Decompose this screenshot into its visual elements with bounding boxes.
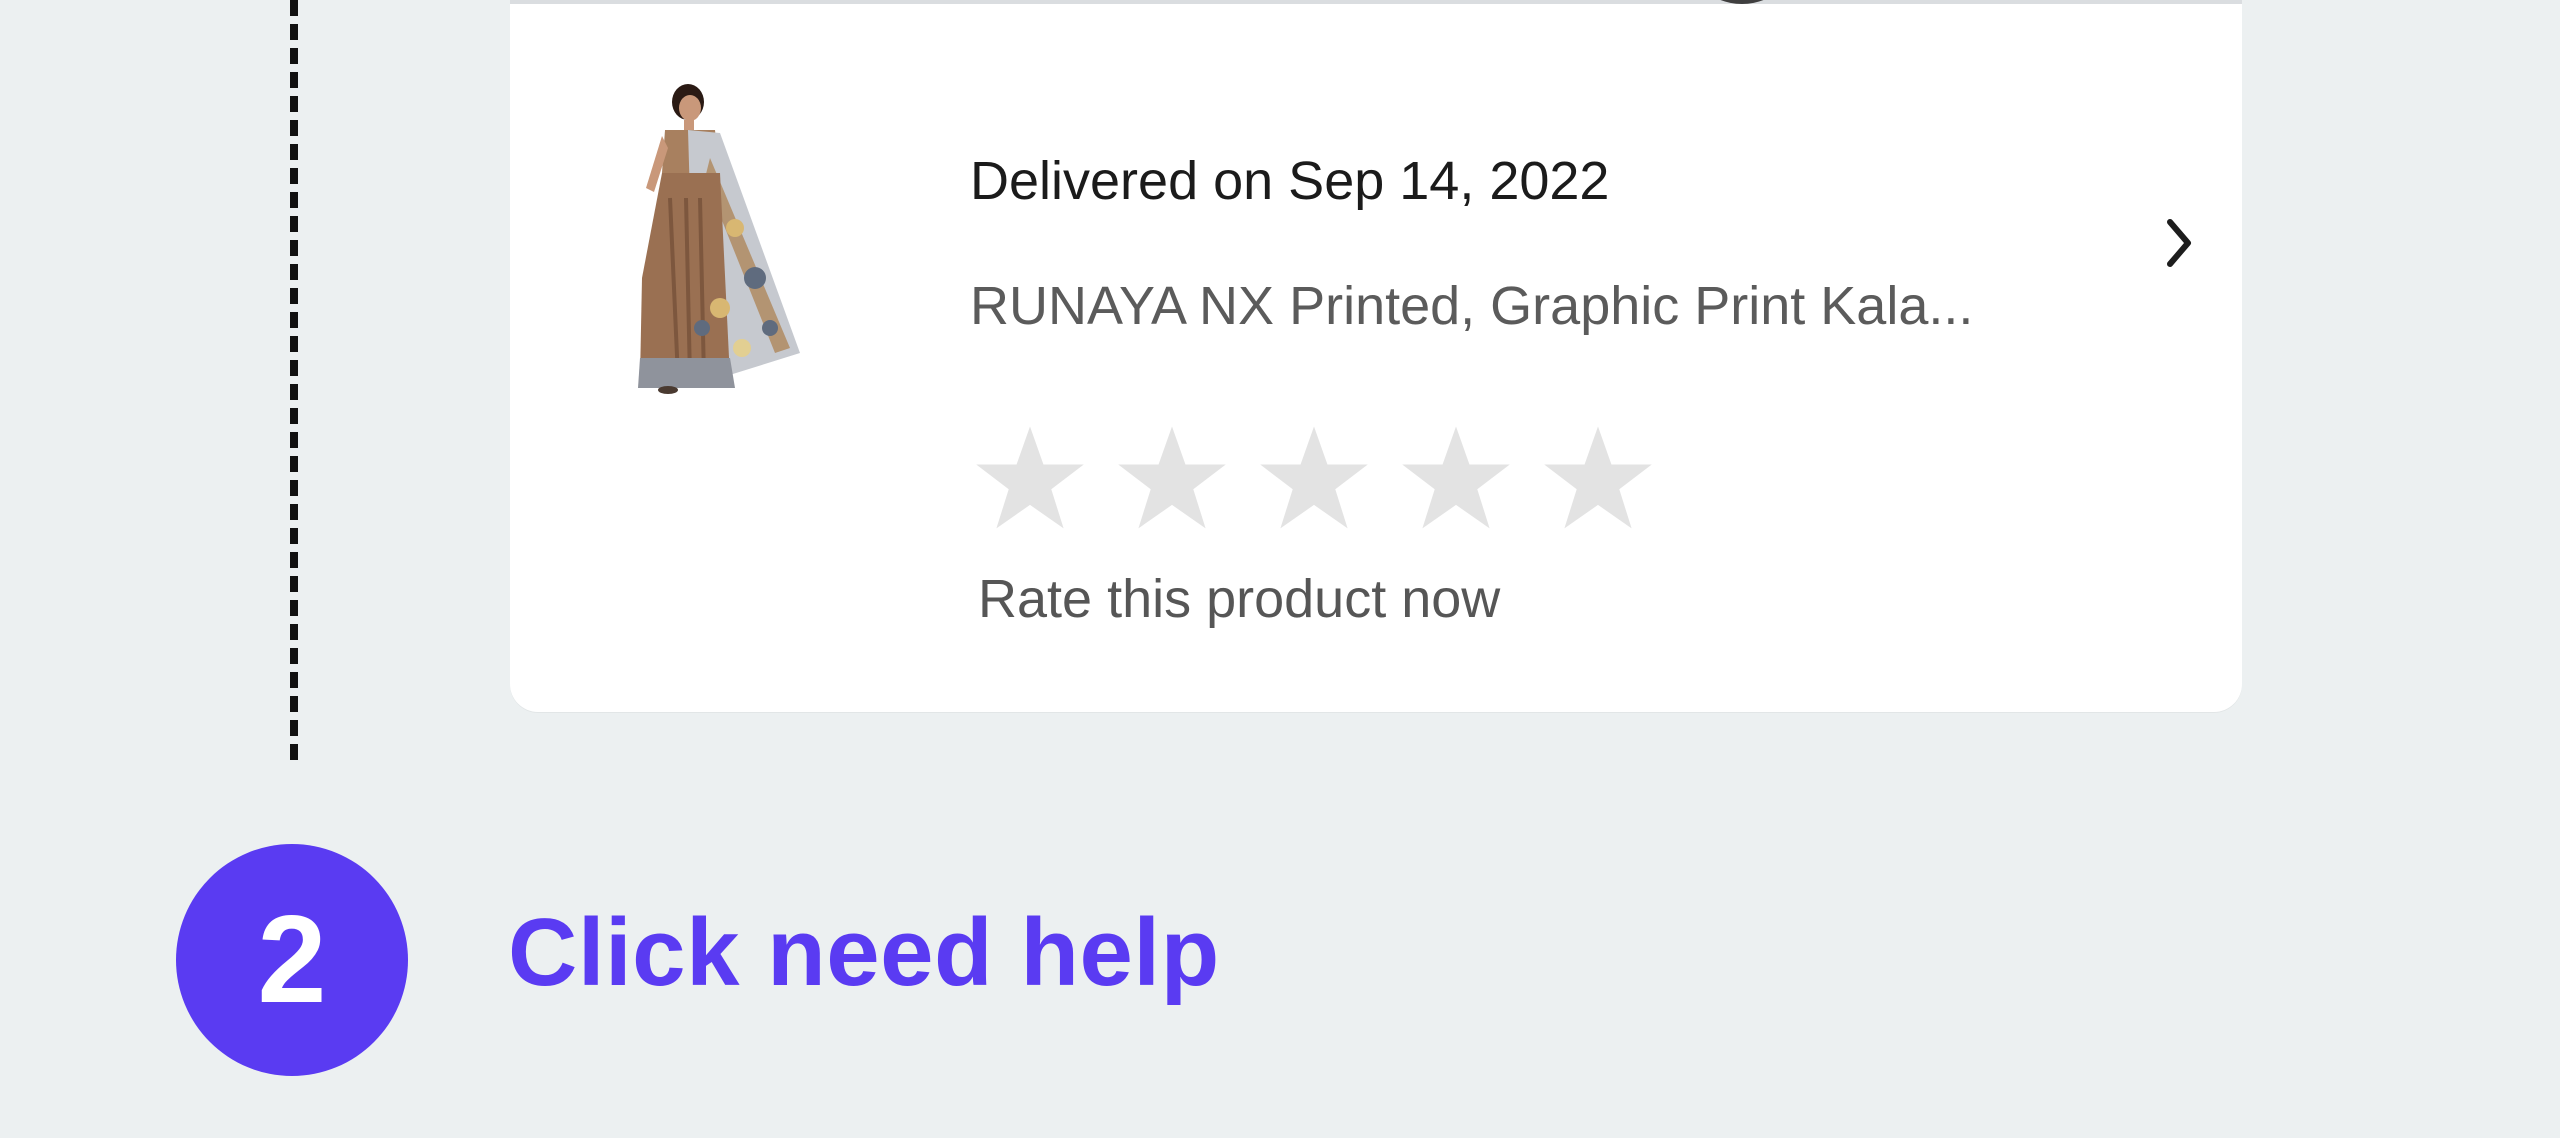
step-number-badge: 2 <box>176 844 408 1076</box>
chevron-right-icon[interactable] <box>2160 208 2200 278</box>
star-icon[interactable] <box>1542 418 1684 538</box>
delivery-status: Delivered on Sep 14, 2022 <box>970 151 1610 211</box>
card-divider <box>510 0 2242 4</box>
rating-stars[interactable] <box>974 418 1684 538</box>
product-title[interactable]: RUNAYA NX Printed, Graphic Print Kala... <box>970 275 1973 337</box>
star-icon[interactable] <box>1116 418 1258 538</box>
saree-image <box>638 84 800 394</box>
order-card[interactable]: Delivered on Sep 14, 2022 RUNAYA NX Prin… <box>510 0 2242 712</box>
star-icon[interactable] <box>974 418 1116 538</box>
rate-prompt[interactable]: Rate this product now <box>978 568 1500 630</box>
product-thumbnail[interactable] <box>570 78 830 408</box>
step-instruction: Click need help <box>508 899 1220 1006</box>
timeline-connector <box>290 0 298 760</box>
star-icon[interactable] <box>1400 418 1542 538</box>
star-icon[interactable] <box>1258 418 1400 538</box>
